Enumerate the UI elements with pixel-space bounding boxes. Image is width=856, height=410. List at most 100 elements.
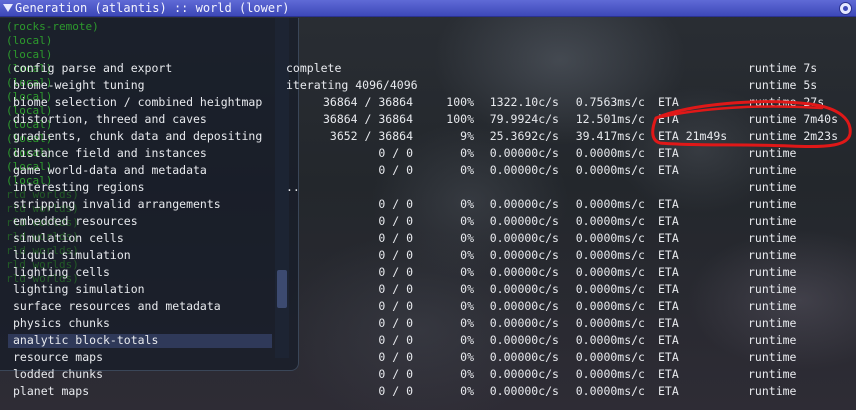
task-row: physics chunks 0 / 0 0% 0.00000c/s 0.0000ms/… [0,315,856,332]
task-status: complete [286,61,342,75]
task-rate: 0.00000c/s [489,197,559,211]
task-eta: ETA [658,299,679,313]
task-row: stripping invalid arrangements 0 / 0 0% 0.0… [0,196,856,213]
task-name: distortion, threed and caves [13,112,207,126]
task-time-per-chunk: 0.0000ms/c [575,282,645,296]
task-eta: ETA [658,197,679,211]
task-count: 0 / 0 [378,214,413,228]
task-runtime: runtime [748,367,797,381]
task-name: game world-data and metadata [13,163,207,177]
task-eta: ETA [658,112,679,126]
task-runtime: runtime [748,350,797,364]
task-eta: ETA [658,333,679,347]
task-eta: ETA [658,350,679,364]
task-row: distortion, threed and caves 36864 / 3686… [0,111,856,128]
task-percent: 100% [446,95,474,109]
task-rate: 1322.10c/s [489,95,559,109]
task-row: planet maps 0 / 0 0% 0.00000c/s 0.0000ms/c ET… [0,383,856,400]
task-runtime: runtime 27s [748,95,825,109]
task-eta: ETA [658,231,679,245]
task-count: 0 / 0 [378,299,413,313]
task-rate: 0.00000c/s [489,248,559,262]
task-time-per-chunk: 0.7563ms/c [575,95,645,109]
task-eta: ETA [658,248,679,262]
task-eta: ETA [658,265,679,279]
task-percent: 0% [460,350,474,364]
task-count: 0 / 0 [378,316,413,330]
task-count: 0 / 0 [378,265,413,279]
task-time-per-chunk: 0.0000ms/c [575,214,645,228]
task-name: lighting cells [13,265,110,279]
task-name: stripping invalid arrangements [13,197,221,211]
task-runtime: runtime [748,180,797,194]
task-rate: 0.00000c/s [489,163,559,177]
task-runtime: runtime 5s [748,78,818,92]
task-rate: 0.00000c/s [489,214,559,228]
task-row: lighting simulation 0 / 0 0% 0.00000c/s 0.00… [0,281,856,298]
app-screen: Generation (atlantis) :: world (lower) (… [0,0,856,410]
task-rate: 79.9924c/s [489,112,559,126]
task-percent: 0% [460,282,474,296]
task-rate: 0.00000c/s [489,299,559,313]
task-name: config parse and export [13,61,173,75]
task-time-per-chunk: 0.0000ms/c [575,146,645,160]
task-time-per-chunk: 0.0000ms/c [575,367,645,381]
task-percent: 0% [460,146,474,160]
task-row: game world-data and metadata 0 / 0 0% 0.000… [0,162,856,179]
task-percent: 0% [460,214,474,228]
task-percent: 0% [460,384,474,398]
task-name: simulation cells [13,231,124,245]
task-time-per-chunk: 0.0000ms/c [575,350,645,364]
task-percent: 0% [460,299,474,313]
task-name: surface resources and metadata [13,299,221,313]
task-row: liquid simulation 0 / 0 0% 0.00000c/s 0.0000… [0,247,856,264]
task-row: config parse and export complete runtime 7… [0,60,856,77]
task-eta: ETA [658,282,679,296]
task-row: interesting regions.. runtime [0,179,856,196]
task-eta: ETA [658,384,679,398]
task-row: lodded chunks 0 / 0 0% 0.00000c/s 0.0000ms/c… [0,366,856,383]
task-runtime: runtime [748,214,797,228]
generation-task-table: config parse and export complete runtime 7… [0,0,856,410]
task-rate: 0.00000c/s [489,231,559,245]
task-eta: ETA [658,214,679,228]
task-runtime: runtime [748,333,797,347]
task-row: distance field and instances 0 / 0 0% 0.000… [0,145,856,162]
task-count: 0 / 0 [378,197,413,211]
task-row: surface resources and metadata 0 / 0 0% 0.0… [0,298,856,315]
task-name: gradients, chunk data and depositing [13,129,263,143]
task-name: lodded chunks [13,367,104,381]
task-runtime: runtime [748,282,797,296]
task-time-per-chunk: 12.501ms/c [575,112,645,126]
task-row: embedded resources 0 / 0 0% 0.00000c/s 0.000… [0,213,856,230]
task-name: distance field and instances [13,146,207,160]
task-rate: 0.00000c/s [489,316,559,330]
task-runtime: runtime 7s [748,61,818,75]
task-percent: 0% [460,231,474,245]
task-eta: ETA [658,316,679,330]
task-rate: 0.00000c/s [489,146,559,160]
task-runtime: runtime [748,316,797,330]
task-count: 0 / 0 [378,231,413,245]
task-runtime: runtime [748,231,797,245]
task-name: interesting regions [13,180,145,194]
task-time-per-chunk: 0.0000ms/c [575,265,645,279]
task-time-per-chunk: 0.0000ms/c [575,299,645,313]
task-runtime: runtime 2m23s [748,129,839,143]
task-count: 0 / 0 [378,350,413,364]
task-percent: 0% [460,163,474,177]
task-name: liquid simulation [13,248,131,262]
task-row: biome selection / combined heightmap 3686… [0,94,856,111]
task-time-per-chunk: 0.0000ms/c [575,316,645,330]
task-count: 0 / 0 [378,146,413,160]
task-name: embedded resources [13,214,138,228]
task-time-per-chunk: 39.417ms/c [575,129,645,143]
task-runtime: runtime 7m40s [748,112,839,126]
task-time-per-chunk: 0.0000ms/c [575,248,645,262]
task-percent: 9% [460,129,474,143]
task-percent: 0% [460,316,474,330]
task-time-per-chunk: 0.0000ms/c [575,333,645,347]
task-rate: 25.3692c/s [489,129,559,143]
task-rate: 0.00000c/s [489,384,559,398]
task-rate: 0.00000c/s [489,350,559,364]
